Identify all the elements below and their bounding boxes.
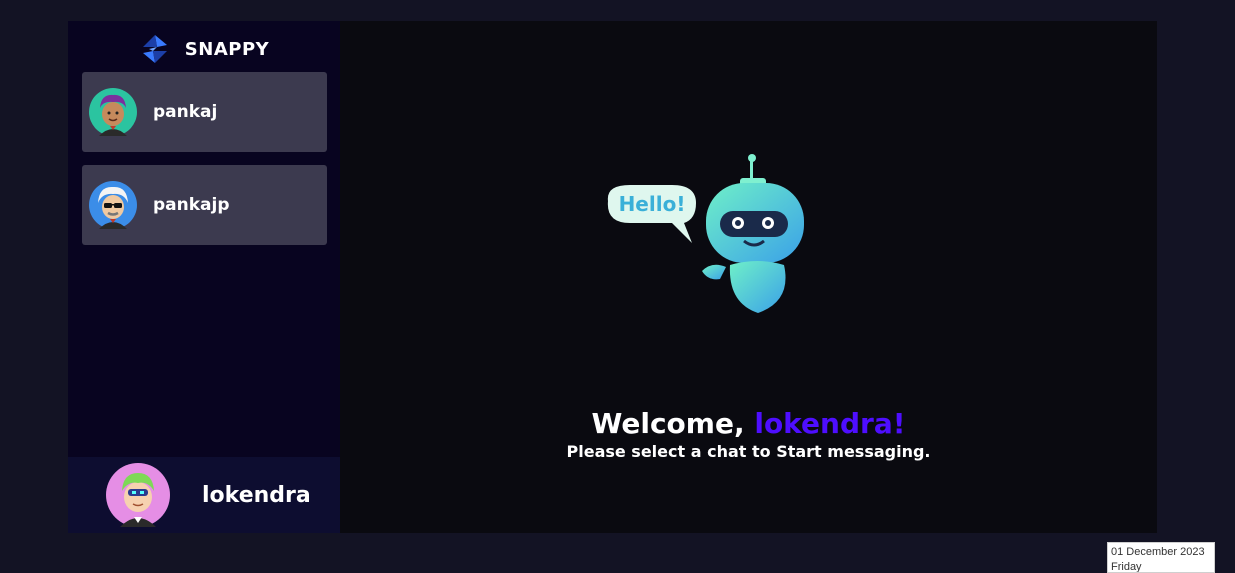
welcome-username: lokendra! [754, 407, 906, 440]
welcome-greeting: Welcome, [591, 407, 755, 440]
current-user-panel: lokendra [68, 457, 340, 533]
contact-name: pankajp [153, 195, 230, 215]
avatar [106, 463, 170, 527]
contacts-sidebar: SNAPPY pankaj pankajp lokendra [68, 21, 340, 533]
avatar [89, 88, 137, 136]
contact-name: pankaj [153, 102, 218, 122]
brand: SNAPPY [68, 29, 340, 69]
chat-container: SNAPPY pankaj pankajp lokendra Hello! We… [68, 21, 1157, 533]
date-text: 01 December 2023 [1111, 546, 1205, 558]
welcome-subtitle: Please select a chat to Start messaging. [566, 442, 931, 461]
welcome-heading: Welcome, lokendra! [340, 407, 1157, 440]
robot-illustration: Hello! [607, 154, 804, 313]
contact-item-pankajp[interactable]: pankajp [82, 165, 327, 245]
welcome-panel: Hello! Welcome, lokendra! Please select … [340, 21, 1157, 533]
hello-bubble-text: Hello! [619, 192, 686, 216]
current-user-name: lokendra [202, 482, 311, 508]
brand-name: SNAPPY [184, 38, 270, 60]
date-display: 01 December 2023 Friday [1107, 542, 1215, 573]
snappy-logo-icon [142, 35, 167, 63]
day-text: Friday [1111, 561, 1142, 573]
contact-item-pankaj[interactable]: pankaj [82, 72, 327, 152]
avatar [89, 181, 137, 229]
